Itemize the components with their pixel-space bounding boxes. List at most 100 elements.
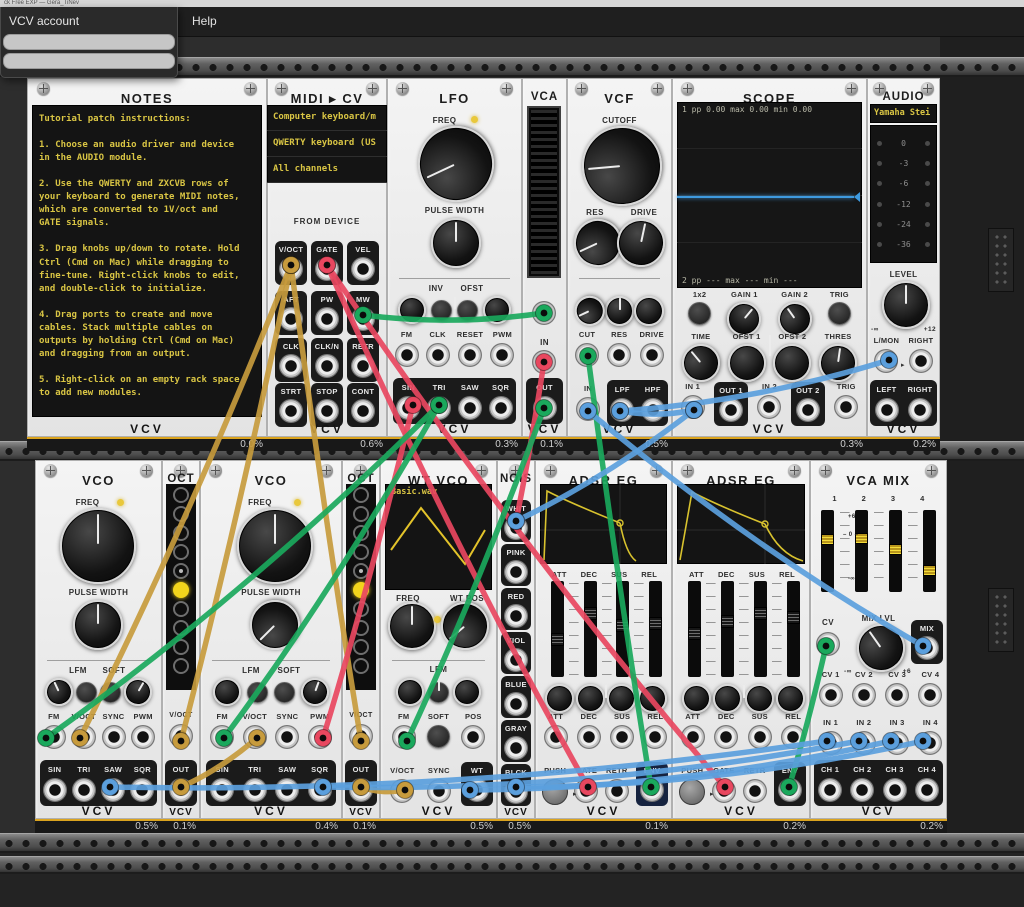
port-jack[interactable] — [885, 731, 909, 755]
att-cv-knob[interactable] — [682, 684, 711, 713]
res-input[interactable]: RES — [607, 330, 631, 367]
fm-knob[interactable] — [213, 678, 241, 706]
octave-step[interactable] — [173, 525, 189, 541]
port-jack[interactable] — [574, 779, 598, 803]
gain2-control[interactable]: GAIN 2 — [778, 290, 812, 336]
port-jack[interactable] — [131, 725, 155, 749]
port-jack[interactable] — [315, 399, 339, 423]
cv-input[interactable] — [816, 632, 840, 656]
octave-step[interactable] — [173, 639, 189, 655]
rack-empty-area[interactable] — [940, 36, 1024, 907]
freq-knob[interactable] — [388, 602, 436, 650]
push-control[interactable]: PUSH — [679, 766, 705, 805]
port-jack[interactable] — [465, 778, 489, 802]
port-jack[interactable] — [818, 778, 842, 802]
port-jack[interactable] — [908, 398, 932, 422]
in2-input[interactable]: IN 2 — [852, 718, 876, 755]
soft-button[interactable] — [100, 682, 121, 703]
att-cv-knob[interactable] — [545, 684, 574, 713]
port-jack[interactable] — [392, 725, 416, 749]
port-jack[interactable] — [504, 516, 528, 540]
port-jack[interactable] — [610, 398, 634, 422]
port-jack[interactable] — [72, 725, 96, 749]
port-jack[interactable] — [210, 725, 234, 749]
port-jack[interactable] — [427, 396, 451, 420]
port-jack[interactable] — [72, 778, 96, 802]
ofst-button[interactable] — [457, 300, 478, 321]
slider-handle[interactable] — [551, 633, 564, 646]
slider-handle[interactable] — [889, 544, 902, 555]
att-slider[interactable] — [688, 581, 701, 677]
port-jack[interactable] — [315, 257, 339, 281]
slider-handle[interactable] — [649, 617, 662, 630]
red-output[interactable]: RED — [501, 588, 531, 630]
time-control[interactable]: TIME — [682, 332, 720, 382]
port-jack[interactable] — [279, 399, 303, 423]
port-jack[interactable] — [834, 395, 858, 419]
1x2-control[interactable]: 1x2 — [688, 290, 711, 325]
ch3-slider[interactable] — [889, 510, 902, 592]
port-jack[interactable] — [883, 778, 907, 802]
octave-step[interactable] — [353, 525, 369, 541]
pink-output[interactable]: PINK — [501, 544, 531, 586]
white-output[interactable]: WHIT — [501, 500, 531, 542]
slider-handle[interactable] — [754, 607, 767, 620]
ch2-output[interactable]: CH 2 — [850, 765, 874, 802]
fm-knob[interactable] — [398, 296, 426, 324]
port-jack[interactable] — [850, 778, 874, 802]
tri-output[interactable]: TRI — [72, 765, 96, 802]
fm-input[interactable]: FM — [395, 330, 419, 367]
soft-button[interactable] — [427, 725, 450, 748]
right-input[interactable]: RIGHT — [909, 336, 934, 373]
port-jack[interactable] — [909, 349, 933, 373]
sin-output[interactable]: SIN — [210, 765, 234, 802]
port-jack[interactable] — [315, 354, 339, 378]
port-jack[interactable] — [351, 399, 375, 423]
octave-step[interactable] — [353, 487, 369, 503]
tri-output[interactable]: TRI — [243, 765, 267, 802]
port-jack[interactable] — [426, 343, 450, 367]
wt-output[interactable]: WT — [461, 762, 493, 806]
ofst1-control[interactable]: OFST 1 — [728, 332, 766, 382]
retr-input[interactable]: RETR — [743, 766, 767, 803]
slider-handle[interactable] — [721, 615, 734, 628]
rel-cv-knob[interactable] — [638, 684, 667, 713]
in3-input[interactable]: IN 3 — [885, 718, 909, 755]
midi-channel-row[interactable]: All channels — [267, 157, 387, 183]
drive-input[interactable]: DRIVE — [639, 330, 663, 367]
octave-step[interactable] — [353, 601, 369, 617]
cv1-input[interactable]: CV 1 — [819, 670, 843, 707]
black-output[interactable]: BLCK — [501, 764, 531, 806]
wavetable-name[interactable]: Basic.wav — [391, 487, 437, 497]
port-jack[interactable] — [504, 604, 528, 628]
rel-input[interactable]: REL — [781, 712, 805, 749]
port-jack[interactable] — [279, 354, 303, 378]
freq-knob[interactable] — [237, 508, 313, 584]
port-jack[interactable] — [315, 307, 339, 331]
ch1-slider[interactable] — [821, 510, 834, 592]
port-jack[interactable] — [852, 683, 876, 707]
push-button[interactable] — [542, 779, 568, 805]
port-jack[interactable] — [504, 648, 528, 672]
slider-handle[interactable] — [923, 565, 936, 576]
sus-cv-knob[interactable] — [607, 684, 636, 713]
blue-output[interactable]: BLUE — [501, 676, 531, 718]
port-jack[interactable] — [743, 779, 767, 803]
sus-input[interactable]: SUS — [748, 712, 772, 749]
trig-input[interactable]: TRIG — [834, 382, 858, 419]
dec-cv-knob[interactable] — [576, 684, 605, 713]
scope-trigger-marker[interactable] — [854, 192, 860, 202]
port-jack[interactable] — [681, 395, 705, 419]
pwm-knob[interactable] — [483, 296, 511, 324]
port-jack[interactable] — [308, 725, 332, 749]
rel-input[interactable]: REL — [643, 712, 667, 749]
port-jack[interactable] — [714, 725, 738, 749]
in1-input[interactable]: IN 1 — [819, 718, 843, 755]
thres-knob[interactable] — [817, 342, 860, 385]
clkn-output[interactable]: CLK/N — [311, 338, 343, 382]
voct-input[interactable] — [349, 724, 373, 748]
retr-input[interactable]: RETR — [605, 766, 629, 803]
sync-input[interactable]: SYNC — [275, 712, 299, 749]
port-jack[interactable] — [101, 778, 125, 802]
port-jack[interactable] — [607, 343, 631, 367]
